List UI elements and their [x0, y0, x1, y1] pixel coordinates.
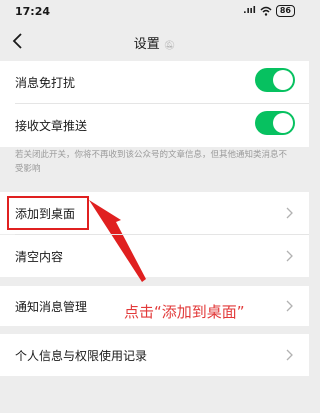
wifi-icon [260, 6, 272, 16]
clear-content-label: 清空内容 [15, 250, 64, 264]
mute-icon: 🔕︎ [163, 41, 176, 51]
receive-articles-hint: 若关闭此开关，你将不再收到该公众号的文章信息，但其他通知类消息不受影响 [15, 150, 288, 174]
privacy-records-row[interactable]: 个人信息与权限使用记录 [0, 334, 309, 376]
annotation-text: 点击“添加到桌面” [124, 303, 245, 321]
toggle-knob [273, 70, 293, 90]
mute-notifications-toggle[interactable] [255, 68, 295, 92]
chevron-right-icon [286, 207, 293, 219]
notification-management-label: 通知消息管理 [15, 300, 88, 314]
signal-icon: .ııl [243, 6, 256, 16]
battery-icon: 86 [275, 5, 295, 17]
mute-notifications-label: 消息免打扰 [15, 76, 76, 90]
status-bar: 17:24 .ııl 86 [0, 0, 309, 24]
status-time: 17:24 [15, 5, 51, 18]
toggle-knob [273, 113, 293, 133]
receive-articles-toggle[interactable] [255, 111, 295, 135]
receive-articles-label: 接收文章推送 [15, 119, 88, 133]
status-icons: .ııl 86 [243, 5, 295, 17]
highlight-box [7, 196, 89, 230]
divider [15, 234, 309, 235]
privacy-records-label: 个人信息与权限使用记录 [15, 349, 148, 363]
chevron-right-icon [286, 300, 293, 312]
page-title-text: 设置 [133, 37, 160, 52]
mute-notifications-row: 消息免打扰 接收文章推送 [0, 61, 309, 147]
chevron-right-icon [286, 250, 293, 262]
nav-bar: 设置 🔕︎ [0, 24, 309, 58]
divider [15, 103, 309, 104]
chevron-right-icon [286, 349, 293, 361]
clear-content-row[interactable]: 清空内容 [0, 235, 309, 277]
page-title: 设置 🔕︎ [0, 33, 309, 52]
